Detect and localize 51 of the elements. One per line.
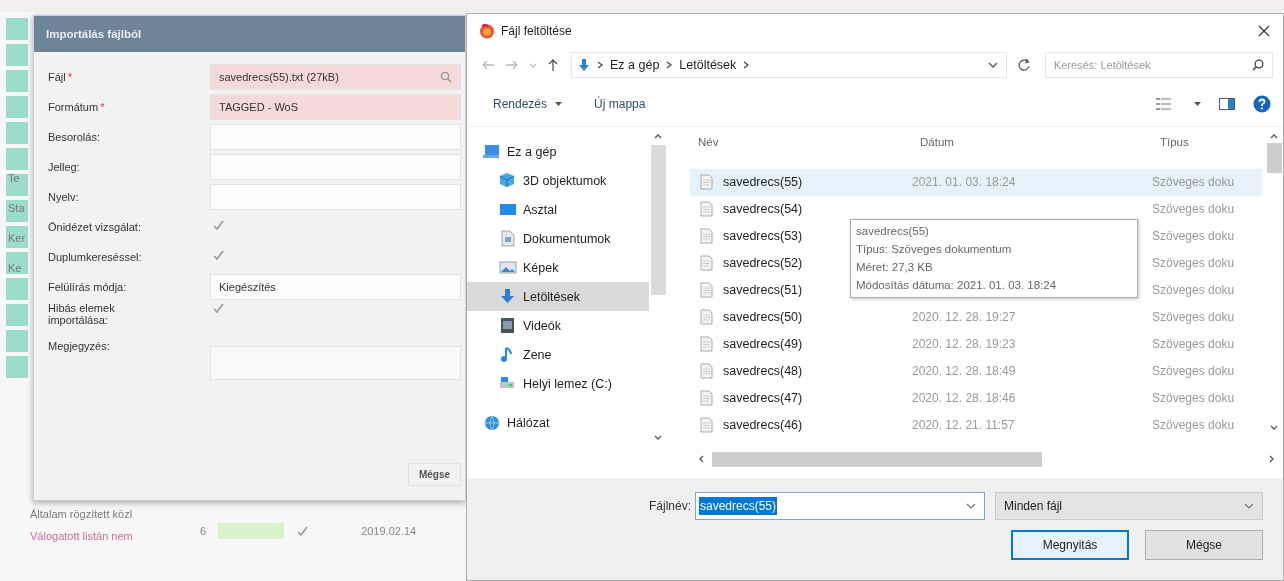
field-label: Önidézet vizsgálat: bbox=[48, 221, 142, 233]
file-date: 2021. 01. 03. 18:24 bbox=[912, 175, 1016, 189]
tooltip-line: Típus: Szöveges dokumentum bbox=[856, 242, 1013, 257]
tooltip-line: savedrecs(55) bbox=[856, 224, 930, 239]
file-type: Szöveges doku bbox=[1152, 337, 1235, 351]
file-name: savedrecs(54) bbox=[723, 202, 803, 216]
tooltip-line: Módosítás dátuma: 2021. 01. 03. 18:24 bbox=[856, 278, 1058, 293]
file-name: savedrecs(53) bbox=[723, 229, 803, 243]
file-date: 2020. 12. 21. 11:57 bbox=[912, 418, 1015, 432]
file-name: savedrecs(46) bbox=[723, 418, 803, 432]
window-title: Fájl feltöltése bbox=[501, 24, 573, 38]
field-label: Megjegyzés: bbox=[48, 340, 111, 352]
field-label: Jelleg: bbox=[48, 161, 81, 173]
file-type: Szöveges doku bbox=[1152, 418, 1235, 432]
file-date: 2020. 12. 28. 18:46 bbox=[912, 391, 1016, 405]
required-mark: * bbox=[67, 71, 72, 83]
file-name: savedrecs(55) bbox=[723, 175, 803, 189]
file-date: 2020. 12. 28. 19:27 bbox=[912, 310, 1016, 324]
field-label: Besorolás: bbox=[48, 131, 101, 143]
file-date: 2020. 12. 28. 19:23 bbox=[912, 337, 1016, 351]
file-name: savedrecs(52) bbox=[723, 256, 803, 270]
file-type: Szöveges doku bbox=[1152, 310, 1235, 324]
field-label: Nyelv: bbox=[48, 191, 80, 203]
file-type: Szöveges doku bbox=[1152, 229, 1235, 243]
row-number: 6 bbox=[200, 525, 207, 537]
file-type: Szöveges doku bbox=[1152, 283, 1235, 297]
field-label: Fájl bbox=[48, 71, 66, 83]
row-label: Ke bbox=[7, 262, 23, 274]
row-date: 2019.02.14 bbox=[361, 525, 417, 537]
file-type: Szöveges doku bbox=[1152, 391, 1235, 405]
file-name: savedrecs(47) bbox=[723, 391, 803, 405]
field-label: Felülírás módja: bbox=[48, 281, 128, 293]
file-type: Szöveges doku bbox=[1152, 202, 1235, 216]
field-label: Formátum bbox=[48, 101, 99, 113]
row-label: Sta bbox=[7, 202, 26, 214]
file-type: Szöveges doku bbox=[1152, 364, 1235, 378]
filename-label: Fájlnév: bbox=[648, 499, 691, 513]
dialog-title: Importálás fájlból bbox=[34, 16, 465, 52]
field-label: Duplumkereséssel: bbox=[48, 251, 143, 263]
row-label: Ker bbox=[7, 232, 26, 244]
required-mark: * bbox=[100, 101, 105, 113]
field-label: Hibás elemek importálása: bbox=[48, 302, 116, 326]
file-type: Szöveges doku bbox=[1152, 256, 1235, 270]
file-date: 2020. 12. 28. 18:49 bbox=[912, 364, 1016, 378]
file-type: Szöveges doku bbox=[1152, 175, 1235, 189]
file-name: savedrecs(51) bbox=[723, 283, 803, 297]
row-label: Te bbox=[7, 172, 21, 184]
file-name: savedrecs(48) bbox=[723, 364, 803, 378]
file-name: savedrecs(50) bbox=[723, 310, 803, 324]
file-name: savedrecs(49) bbox=[723, 337, 803, 351]
tooltip-line: Méret: 27,3 KB bbox=[856, 260, 934, 275]
